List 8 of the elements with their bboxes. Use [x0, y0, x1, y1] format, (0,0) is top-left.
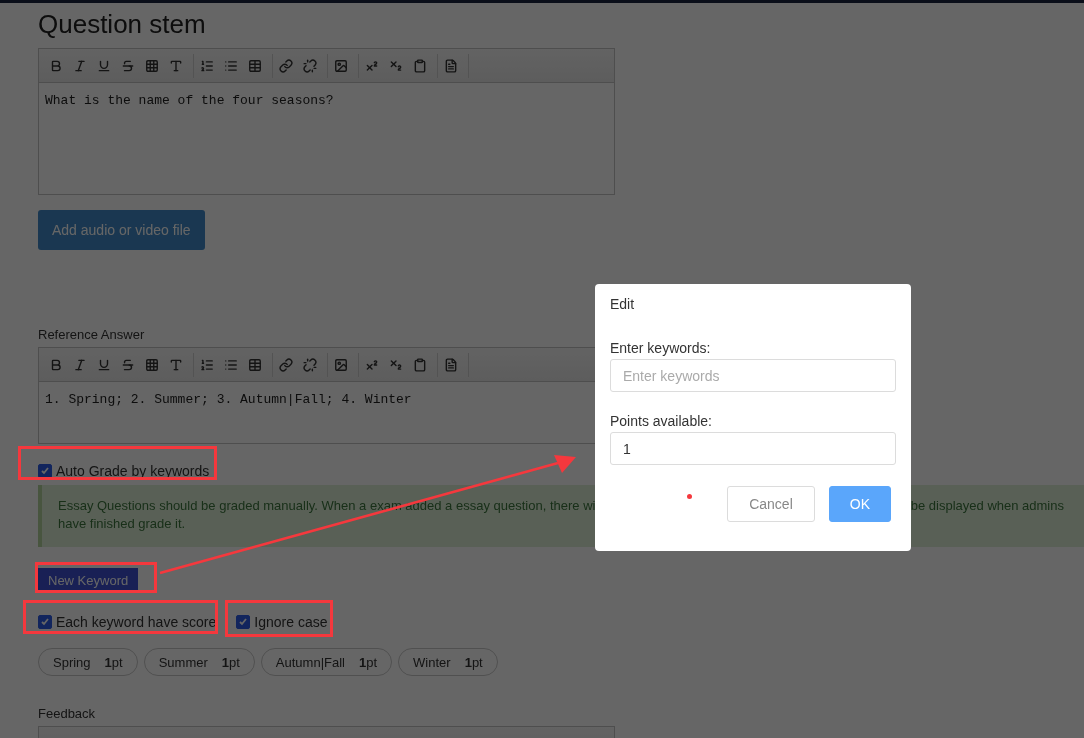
checkbox-label: Ignore case [254, 614, 328, 630]
notice-text: be displayed when admins [910, 497, 1064, 515]
section-title: Question stem [38, 9, 207, 40]
field-label: Reference Answer [38, 327, 146, 342]
notice-text: have finished grade it. [58, 515, 186, 533]
field-label: Feedback [38, 706, 97, 721]
checkbox-label: Each keyword have score [56, 614, 217, 630]
dialog-title: Edit [610, 296, 636, 312]
